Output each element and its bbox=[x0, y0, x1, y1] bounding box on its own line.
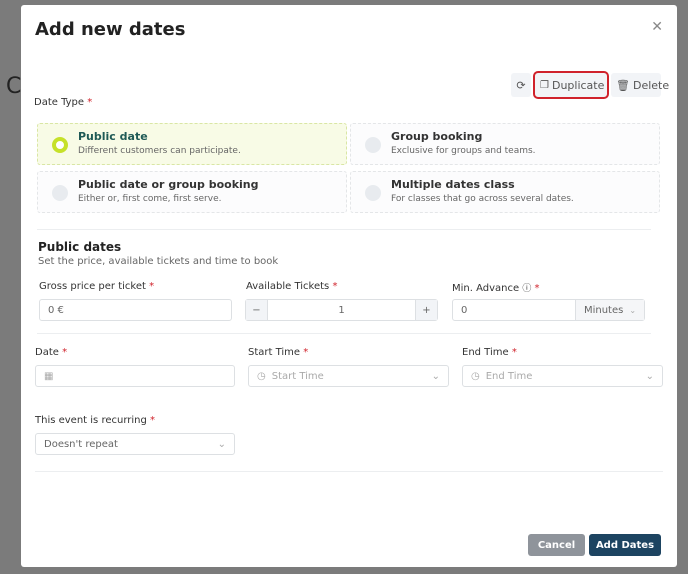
decrement-button[interactable]: − bbox=[246, 300, 268, 320]
recurring-label: This event is recurring * bbox=[35, 415, 156, 426]
add-dates-modal: Add new dates ✕ ⟳ ❐ Duplicate 🗑 Delete Dat… bbox=[21, 5, 677, 567]
chevron-down-icon: ⌄ bbox=[217, 438, 226, 450]
date-type-public[interactable]: Public date Different customers can parti… bbox=[37, 123, 347, 165]
card-subtitle: Exclusive for groups and teams. bbox=[391, 146, 536, 156]
close-icon[interactable]: ✕ bbox=[651, 19, 663, 35]
end-time-label: End Time * bbox=[462, 347, 517, 358]
date-type-multiple[interactable]: Multiple dates class For classes that go … bbox=[350, 171, 660, 213]
background-heading-letter: C bbox=[6, 74, 22, 99]
card-title: Public date bbox=[78, 130, 148, 143]
date-label: Date * bbox=[35, 347, 68, 358]
chevron-down-icon: ⌄ bbox=[629, 305, 637, 315]
advance-value[interactable]: 0 bbox=[461, 305, 575, 316]
calendar-icon: ▦ bbox=[44, 370, 54, 382]
card-subtitle: Different customers can participate. bbox=[78, 146, 241, 156]
duplicate-button[interactable]: ❐ Duplicate bbox=[533, 71, 609, 99]
modal-title: Add new dates bbox=[35, 19, 186, 40]
date-type-public-or-group[interactable]: Public date or group booking Either or, f… bbox=[37, 171, 347, 213]
chevron-down-icon: ⌄ bbox=[645, 370, 654, 382]
card-subtitle: Either or, first come, first serve. bbox=[78, 194, 222, 204]
clock-icon: ◷ bbox=[257, 370, 266, 382]
advance-unit-select[interactable]: Minutes ⌄ bbox=[575, 300, 644, 320]
card-title: Multiple dates class bbox=[391, 178, 515, 191]
add-dates-button[interactable]: Add Dates bbox=[589, 534, 661, 556]
price-label: Gross price per ticket * bbox=[39, 281, 155, 292]
copy-icon: ❐ bbox=[540, 79, 549, 91]
recurring-select[interactable]: Doesn't repeat ⌄ bbox=[35, 433, 235, 455]
start-time-label: Start Time * bbox=[248, 347, 309, 358]
divider bbox=[37, 333, 651, 334]
card-title: Group booking bbox=[391, 130, 483, 143]
section-subtitle: Set the price, available tickets and tim… bbox=[38, 256, 279, 267]
advance-input[interactable]: 0 Minutes ⌄ bbox=[452, 299, 645, 321]
duplicate-label: Duplicate bbox=[551, 78, 605, 92]
start-time-select[interactable]: ◷ Start Time ⌄ bbox=[248, 365, 449, 387]
divider bbox=[37, 229, 651, 230]
info-icon[interactable]: ⓘ bbox=[522, 284, 531, 294]
delete-label: Delete bbox=[632, 78, 670, 92]
chevron-down-icon: ⌄ bbox=[431, 370, 440, 382]
advance-label: Min. Advance ⓘ * bbox=[452, 283, 540, 294]
card-title: Public date or group booking bbox=[78, 178, 259, 191]
section-title: Public dates bbox=[38, 240, 122, 254]
price-input[interactable]: 0 € bbox=[39, 299, 232, 321]
end-time-select[interactable]: ◷ End Time ⌄ bbox=[462, 365, 663, 387]
card-subtitle: For classes that go across several dates… bbox=[391, 194, 574, 204]
date-type-group[interactable]: Group booking Exclusive for groups and te… bbox=[350, 123, 660, 165]
date-input[interactable]: ▦ bbox=[35, 365, 235, 387]
increment-button[interactable]: + bbox=[415, 300, 437, 320]
tickets-label: Available Tickets * bbox=[246, 281, 338, 292]
tickets-stepper[interactable]: − 1 + bbox=[245, 299, 438, 321]
radio[interactable] bbox=[52, 185, 68, 201]
radio[interactable] bbox=[365, 185, 381, 201]
cancel-button[interactable]: Cancel bbox=[528, 534, 585, 556]
delete-button[interactable]: 🗑 Delete bbox=[611, 73, 669, 97]
radio[interactable] bbox=[365, 137, 381, 153]
tickets-value[interactable]: 1 bbox=[268, 305, 415, 316]
divider bbox=[35, 471, 663, 472]
date-type-label: Date Type * bbox=[34, 97, 93, 108]
refresh-icon: ⟳ bbox=[516, 78, 526, 92]
clock-icon: ◷ bbox=[471, 370, 480, 382]
trash-icon: 🗑 bbox=[616, 78, 630, 92]
refresh-button[interactable]: ⟳ bbox=[511, 73, 531, 97]
radio-selected[interactable] bbox=[52, 137, 68, 153]
